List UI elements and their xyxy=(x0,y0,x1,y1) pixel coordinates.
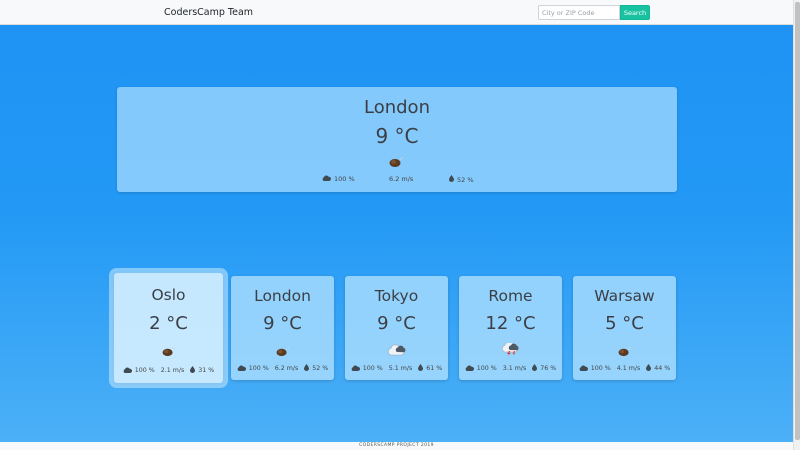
card-stats: 100 % 5.1 m/s 61 % xyxy=(345,364,448,373)
card-city-name: Tokyo xyxy=(374,287,419,305)
current-city-name: London xyxy=(364,97,430,118)
card-city-name: Rome xyxy=(488,287,533,305)
scrollbar-thumb[interactable] xyxy=(795,2,800,440)
card-wind: 2.1 m/s xyxy=(161,367,185,374)
card-stats: 100 % 6.2 m/s 52 % xyxy=(231,364,334,373)
card-stats: 100 % 2.1 m/s 31 % xyxy=(114,366,223,375)
city-card-london[interactable]: London 9 °C 100 % 6.2 m/s 52 % xyxy=(231,276,334,380)
card-wind-value: 2.1 m/s xyxy=(160,367,185,374)
cloudy-icon xyxy=(387,341,406,360)
card-clouds-value: 100 % xyxy=(476,365,497,372)
card-clouds: 100 % xyxy=(465,364,497,373)
droplet-icon xyxy=(418,364,424,373)
shower-rain-icon xyxy=(388,153,404,167)
droplet-icon xyxy=(190,366,196,375)
card-wind: 5.1 m/s xyxy=(389,365,413,372)
card-temperature: 2 °C xyxy=(149,313,188,334)
current-weather-panel: London 9 °C 100 % 6.2 m/s 52 % xyxy=(117,87,677,192)
card-humidity: 76 % xyxy=(532,364,556,373)
main-weather-area: London 9 °C 100 % 6.2 m/s 52 % Oslo 2 °C… xyxy=(0,25,793,442)
cloud-icon xyxy=(123,366,132,375)
search-button[interactable]: Search xyxy=(620,5,650,20)
card-clouds: 100 % xyxy=(579,364,611,373)
current-temperature: 9 °C xyxy=(375,124,419,148)
card-city-name: London xyxy=(254,287,311,305)
card-temperature: 9 °C xyxy=(263,313,302,334)
city-card-rome[interactable]: Rome 12 °C 100 % 3.1 m/s 76 % xyxy=(459,276,562,380)
droplet-icon xyxy=(532,364,538,373)
cloud-icon xyxy=(237,364,246,373)
card-temperature: 12 °C xyxy=(485,313,536,334)
thunderstorm-icon xyxy=(501,341,520,360)
card-humidity: 44 % xyxy=(646,364,670,373)
card-wind-value: 6.2 m/s xyxy=(274,365,299,372)
card-stats: 100 % 3.1 m/s 76 % xyxy=(459,364,562,373)
card-clouds-value: 100 % xyxy=(134,367,155,374)
card-temperature: 9 °C xyxy=(377,313,416,334)
card-stats: 100 % 4.1 m/s 44 % xyxy=(573,364,676,373)
droplet-icon xyxy=(304,364,310,373)
card-temperature: 5 °C xyxy=(605,313,644,334)
footer: CODERSCAMP PROJECT 2019 xyxy=(0,442,793,450)
cloud-icon xyxy=(465,364,474,373)
card-wind-value: 3.1 m/s xyxy=(502,365,527,372)
card-wind: 6.2 m/s xyxy=(275,365,299,372)
cloud-icon xyxy=(322,175,332,183)
droplet-icon xyxy=(646,364,652,373)
city-card-tokyo[interactable]: Tokyo 9 °C 100 % 5.1 m/s 61 % xyxy=(345,276,448,380)
shower-rain-icon xyxy=(617,342,632,361)
card-humidity-value: 61 % xyxy=(426,365,443,372)
card-wind: 3.1 m/s xyxy=(503,365,527,372)
cloud-icon xyxy=(351,364,360,373)
current-humidity-value: 52 % xyxy=(457,175,474,184)
card-clouds: 100 % xyxy=(237,364,269,373)
card-humidity: 61 % xyxy=(418,364,442,373)
city-card-oslo[interactable]: Oslo 2 °C 100 % 2.1 m/s 31 % xyxy=(114,273,223,383)
card-humidity-value: 31 % xyxy=(198,367,215,374)
card-humidity: 31 % xyxy=(190,366,214,375)
navbar: CodersCamp Team Search xyxy=(0,0,793,25)
current-clouds: 100 % xyxy=(322,175,355,183)
card-clouds-value: 100 % xyxy=(362,365,383,372)
vertical-scrollbar[interactable] xyxy=(793,0,800,450)
cloud-icon xyxy=(579,364,588,373)
current-wind-value: 6.2 m/s xyxy=(389,175,414,183)
current-wind: 6.2 m/s xyxy=(389,175,413,183)
card-clouds: 100 % xyxy=(351,364,383,373)
shower-rain-icon xyxy=(275,342,290,361)
card-clouds-value: 100 % xyxy=(590,365,611,372)
current-clouds-value: 100 % xyxy=(334,175,355,183)
card-wind: 4.1 m/s xyxy=(617,365,641,372)
card-city-name: Oslo xyxy=(151,286,186,304)
current-humidity: 52 % xyxy=(449,175,474,184)
card-humidity: 52 % xyxy=(304,364,328,373)
card-clouds: 100 % xyxy=(123,366,155,375)
brand-logo-text[interactable]: CodersCamp Team xyxy=(164,7,253,18)
footer-text: CODERSCAMP PROJECT 2019 xyxy=(359,443,434,448)
card-humidity-value: 44 % xyxy=(654,365,671,372)
city-card-warsaw[interactable]: Warsaw 5 °C 100 % 4.1 m/s 44 % xyxy=(573,276,676,380)
card-humidity-value: 52 % xyxy=(312,365,329,372)
shower-rain-icon xyxy=(161,342,176,361)
card-wind-value: 5.1 m/s xyxy=(388,365,413,372)
card-city-name: Warsaw xyxy=(594,287,655,305)
card-wind-value: 4.1 m/s xyxy=(616,365,641,372)
search-input[interactable] xyxy=(538,5,620,20)
card-clouds-value: 100 % xyxy=(248,365,269,372)
card-humidity-value: 76 % xyxy=(540,365,557,372)
droplet-icon xyxy=(449,175,454,184)
